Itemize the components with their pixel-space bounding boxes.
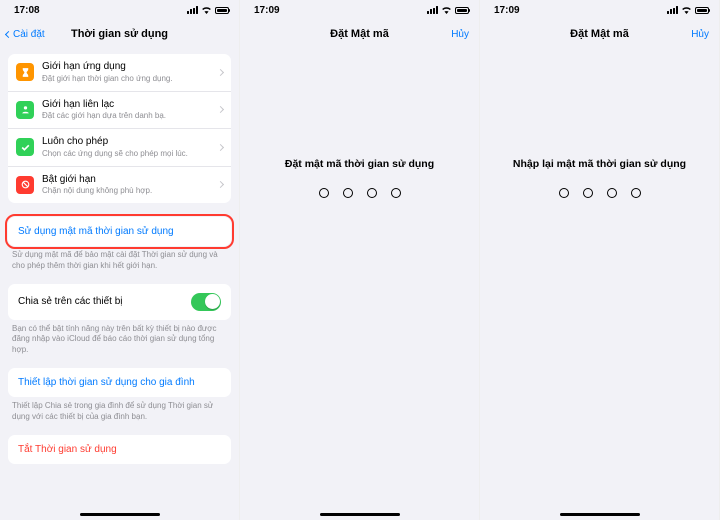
share-group: Chia sẻ trên các thiết bị — [8, 284, 231, 320]
passcode-prompt: Đặt mật mã thời gian sử dụng — [285, 158, 434, 170]
row-title: Luôn cho phép — [42, 136, 218, 149]
cancel-button[interactable]: Hủy — [691, 20, 709, 48]
contact-icon — [16, 101, 34, 119]
row-comm-limits[interactable]: Giới hạn liên lạc Đặt các giới hạn dựa t… — [8, 92, 231, 130]
screen-settings: 17:08 Cài đặt Thời gian sử dụng Giới hạn… — [0, 0, 240, 520]
signal-icon — [667, 6, 678, 14]
family-button[interactable]: Thiết lập thời gian sử dụng cho gia đình — [8, 368, 231, 397]
page-title: Đặt Mật mã — [330, 28, 389, 40]
passcode-dot — [559, 188, 569, 198]
battery-icon — [695, 7, 709, 14]
battery-icon — [215, 7, 229, 14]
status-time: 17:09 — [254, 5, 280, 16]
passcode-dot — [319, 188, 329, 198]
passcode-prompt: Nhập lại mật mã thời gian sử dụng — [513, 158, 686, 170]
chevron-right-icon — [217, 144, 224, 151]
row-sub: Đặt các giới hạn dựa trên danh bạ. — [42, 111, 218, 121]
battery-icon — [455, 7, 469, 14]
wifi-icon — [681, 6, 692, 14]
turn-off-button[interactable]: Tắt Thời gian sử dụng — [8, 435, 231, 464]
passcode-dot — [607, 188, 617, 198]
nav-bar: Đặt Mật mã Hủy — [240, 20, 479, 48]
hourglass-icon — [16, 63, 34, 81]
row-title: Bật giới hạn — [42, 174, 218, 187]
back-button[interactable]: Cài đặt — [6, 20, 45, 48]
row-sub: Đặt giới hạn thời gian cho ứng dụng. — [42, 74, 218, 84]
signal-icon — [187, 6, 198, 14]
passcode-dot — [631, 188, 641, 198]
wifi-icon — [201, 6, 212, 14]
nav-bar: Đặt Mật mã Hủy — [480, 20, 719, 48]
home-indicator[interactable] — [320, 513, 400, 517]
status-time: 17:09 — [494, 5, 520, 16]
settings-content: Giới hạn ứng dụng Đặt giới hạn thời gian… — [0, 54, 239, 464]
row-sub: Chọn các ứng dụng sẽ cho phép mọi lúc. — [42, 149, 218, 159]
chevron-left-icon — [5, 30, 12, 37]
screen-passcode-set: 17:09 Đặt Mật mã Hủy Đặt mật mã thời gia… — [240, 0, 480, 520]
cancel-button[interactable]: Hủy — [451, 20, 469, 48]
share-label: Chia sẻ trên các thiết bị — [18, 296, 123, 307]
check-icon — [16, 138, 34, 156]
signal-icon — [427, 6, 438, 14]
status-bar: 17:09 — [480, 0, 719, 20]
passcode-body: Đặt mật mã thời gian sử dụng — [240, 48, 479, 520]
family-group: Thiết lập thời gian sử dụng cho gia đình — [8, 368, 231, 397]
passcode-dot — [343, 188, 353, 198]
row-title: Giới hạn liên lạc — [42, 99, 218, 112]
share-row[interactable]: Chia sẻ trên các thiết bị — [8, 284, 231, 320]
use-passcode-button[interactable]: Sử dụng mật mã thời gian sử dụng — [8, 217, 231, 246]
wifi-icon — [441, 6, 452, 14]
home-indicator[interactable] — [80, 513, 160, 517]
row-always-allowed[interactable]: Luôn cho phép Chọn các ứng dụng sẽ cho p… — [8, 129, 231, 167]
no-entry-icon — [16, 176, 34, 194]
passcode-dots[interactable] — [559, 188, 641, 198]
passcode-group: Sử dụng mật mã thời gian sử dụng — [8, 217, 231, 246]
home-indicator[interactable] — [560, 513, 640, 517]
passcode-highlight: Sử dụng mật mã thời gian sử dụng — [0, 217, 239, 246]
screen-passcode-confirm: 17:09 Đặt Mật mã Hủy Nhập lại mật mã thờ… — [480, 0, 720, 520]
share-toggle[interactable] — [191, 293, 221, 311]
passcode-body: Nhập lại mật mã thời gian sử dụng — [480, 48, 719, 520]
back-label: Cài đặt — [13, 29, 45, 40]
status-bar: 17:09 — [240, 0, 479, 20]
family-footer: Thiết lập Chia sẻ trong gia đình để sử d… — [0, 397, 239, 423]
passcode-dot — [583, 188, 593, 198]
passcode-dot — [391, 188, 401, 198]
page-title: Thời gian sử dụng — [71, 28, 168, 40]
chevron-right-icon — [217, 181, 224, 188]
row-app-limits[interactable]: Giới hạn ứng dụng Đặt giới hạn thời gian… — [8, 54, 231, 92]
chevron-right-icon — [217, 106, 224, 113]
page-title: Đặt Mật mã — [570, 28, 629, 40]
off-group: Tắt Thời gian sử dụng — [8, 435, 231, 464]
passcode-dot — [367, 188, 377, 198]
row-sub: Chặn nội dung không phù hợp. — [42, 186, 218, 196]
nav-bar: Cài đặt Thời gian sử dụng — [0, 20, 239, 48]
row-title: Giới hạn ứng dụng — [42, 61, 218, 74]
passcode-dots[interactable] — [319, 188, 401, 198]
passcode-footer: Sử dụng mật mã để bảo mật cài đặt Thời g… — [0, 246, 239, 272]
status-bar: 17:08 — [0, 0, 239, 20]
limits-group: Giới hạn ứng dụng Đặt giới hạn thời gian… — [8, 54, 231, 203]
row-restrictions[interactable]: Bật giới hạn Chặn nội dung không phù hợp… — [8, 167, 231, 204]
chevron-right-icon — [217, 69, 224, 76]
status-time: 17:08 — [14, 5, 40, 16]
share-footer: Bạn có thể bật tính năng này trên bất kỳ… — [0, 320, 239, 356]
